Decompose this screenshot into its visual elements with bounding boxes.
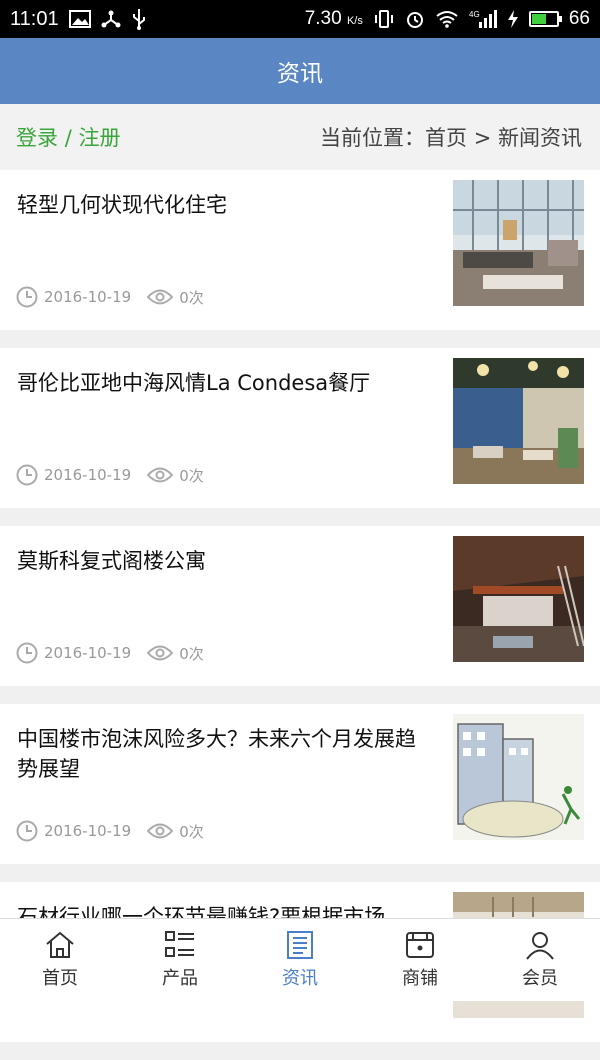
news-title[interactable]: 哥伦比亚地中海风情La Condesa餐厅 xyxy=(17,368,417,398)
eye-icon xyxy=(147,289,174,305)
eye-icon xyxy=(147,823,174,839)
news-thumbnail[interactable] xyxy=(453,358,584,484)
status-bar: 11:01 7.30 K/s 4G 66 xyxy=(0,0,600,38)
news-thumbnail[interactable] xyxy=(453,180,584,306)
nav-products[interactable]: 产品 xyxy=(120,930,240,990)
alarm-icon xyxy=(406,12,423,28)
news-date: 2016-10-19 xyxy=(44,644,132,662)
news-icon xyxy=(287,931,313,959)
home-icon xyxy=(46,931,74,958)
news-meta: 2016-10-19 0次 xyxy=(16,642,204,664)
clock-icon xyxy=(16,642,38,664)
news-item[interactable]: 哥伦比亚地中海风情La Condesa餐厅 2016-10-19 0次 xyxy=(0,348,600,508)
status-time: 11:01 xyxy=(10,7,59,30)
news-meta: 2016-10-19 0次 xyxy=(16,286,204,308)
news-date: 2016-10-19 xyxy=(44,288,132,306)
news-title[interactable]: 轻型几何状现代化住宅 xyxy=(17,190,417,220)
wifi-icon xyxy=(436,11,458,28)
nav-label: 产品 xyxy=(162,968,198,989)
clock-icon xyxy=(16,286,38,308)
news-meta: 2016-10-19 0次 xyxy=(16,820,204,842)
register-link[interactable]: 注册 xyxy=(78,126,120,150)
news-item[interactable]: 轻型几何状现代化住宅 2016-10-19 0次 xyxy=(0,170,600,330)
news-title[interactable]: 莫斯科复式阁楼公寓 xyxy=(17,546,417,576)
news-date: 2016-10-19 xyxy=(44,822,132,840)
usb-icon xyxy=(132,9,145,30)
news-thumbnail[interactable] xyxy=(453,714,584,840)
bottom-nav: 首页 产品 资讯 商铺 会员 xyxy=(0,918,600,1001)
svg-text:4G: 4G xyxy=(469,10,480,19)
page-title: 资讯 xyxy=(277,61,323,87)
nav-home[interactable]: 首页 xyxy=(0,930,120,990)
usb-share-icon xyxy=(101,10,121,28)
eye-icon xyxy=(147,645,174,661)
nav-label: 资讯 xyxy=(282,968,318,989)
nav-shop[interactable]: 商铺 xyxy=(360,930,480,990)
auth-links: 登录 / 注册 xyxy=(16,122,120,152)
clock-icon xyxy=(16,464,38,486)
news-item[interactable]: 中国楼市泡沫风险多大？未来六个月发展趋势展望 2016-10-19 0次 xyxy=(0,704,600,864)
breadcrumb-bar: 登录 / 注册 当前位置：首页 > 新闻资讯 xyxy=(0,104,600,170)
charging-icon xyxy=(507,10,518,28)
battery-icon xyxy=(528,11,562,27)
signal-icon: 4G xyxy=(469,10,497,28)
nav-news[interactable]: 资讯 xyxy=(240,930,360,990)
eye-icon xyxy=(147,467,174,483)
news-views: 0次 xyxy=(179,644,204,663)
auth-separator: / xyxy=(64,126,72,150)
news-title[interactable]: 中国楼市泡沫风险多大？未来六个月发展趋势展望 xyxy=(17,724,417,784)
news-date: 2016-10-19 xyxy=(44,466,132,484)
nav-label: 首页 xyxy=(42,968,78,989)
gallery-icon xyxy=(68,10,91,28)
nav-label: 会员 xyxy=(522,968,558,989)
nav-member[interactable]: 会员 xyxy=(480,930,600,990)
header-bar: 资讯 xyxy=(0,38,600,104)
battery-level: 66 xyxy=(568,8,590,29)
nav-label: 商铺 xyxy=(402,968,438,989)
vibrate-icon xyxy=(374,10,393,28)
clock-icon xyxy=(16,820,38,842)
network-speed: 7.30 K/s xyxy=(304,8,363,29)
shop-icon xyxy=(406,932,434,958)
member-icon xyxy=(526,932,554,960)
product-list-icon xyxy=(165,931,194,957)
login-link[interactable]: 登录 xyxy=(16,126,58,150)
news-meta: 2016-10-19 0次 xyxy=(16,464,204,486)
news-item[interactable]: 莫斯科复式阁楼公寓 2016-10-19 0次 xyxy=(0,526,600,686)
news-thumbnail[interactable] xyxy=(453,536,584,662)
breadcrumb: 当前位置：首页 > 新闻资讯 xyxy=(320,126,582,150)
news-views: 0次 xyxy=(179,288,204,307)
news-views: 0次 xyxy=(179,822,204,841)
news-views: 0次 xyxy=(179,466,204,485)
